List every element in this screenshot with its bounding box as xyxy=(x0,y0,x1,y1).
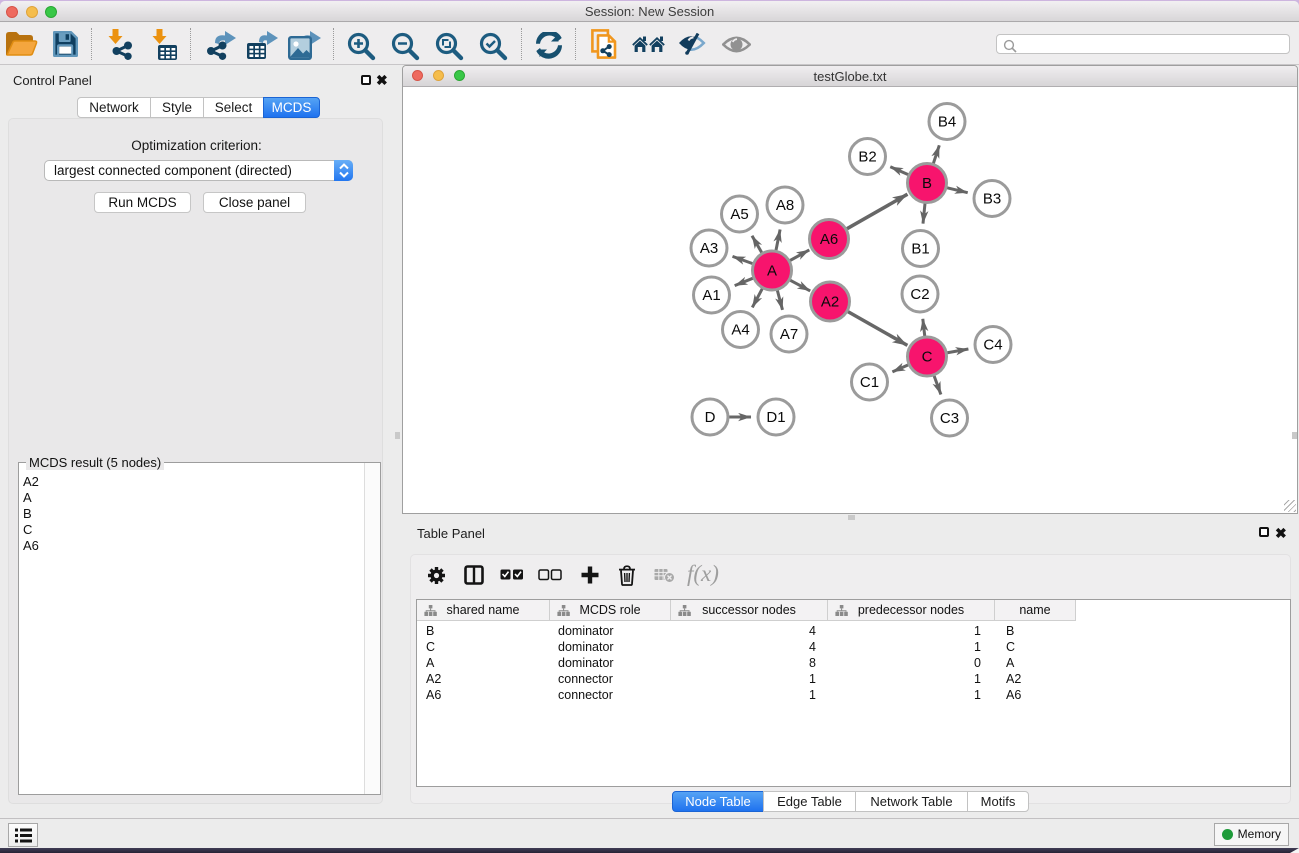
svg-text:B4: B4 xyxy=(938,114,956,131)
svg-text:C: C xyxy=(922,349,933,366)
svg-text:C1: C1 xyxy=(860,374,879,391)
svg-text:D1: D1 xyxy=(766,409,785,426)
svg-text:B3: B3 xyxy=(983,191,1001,208)
svg-text:A: A xyxy=(767,263,777,280)
svg-text:B: B xyxy=(922,175,932,192)
svg-text:A4: A4 xyxy=(731,322,749,339)
svg-text:B2: B2 xyxy=(858,149,876,166)
svg-text:A8: A8 xyxy=(776,197,794,214)
svg-text:A5: A5 xyxy=(730,206,748,223)
svg-text:C4: C4 xyxy=(983,337,1002,354)
svg-text:C2: C2 xyxy=(910,286,929,303)
svg-text:D: D xyxy=(705,409,716,426)
svg-text:C3: C3 xyxy=(940,410,959,427)
svg-text:A7: A7 xyxy=(780,326,798,343)
svg-text:A6: A6 xyxy=(820,231,838,248)
svg-text:B1: B1 xyxy=(911,241,929,258)
svg-text:A3: A3 xyxy=(700,240,718,257)
svg-text:A2: A2 xyxy=(821,294,839,311)
svg-text:A1: A1 xyxy=(702,287,720,304)
